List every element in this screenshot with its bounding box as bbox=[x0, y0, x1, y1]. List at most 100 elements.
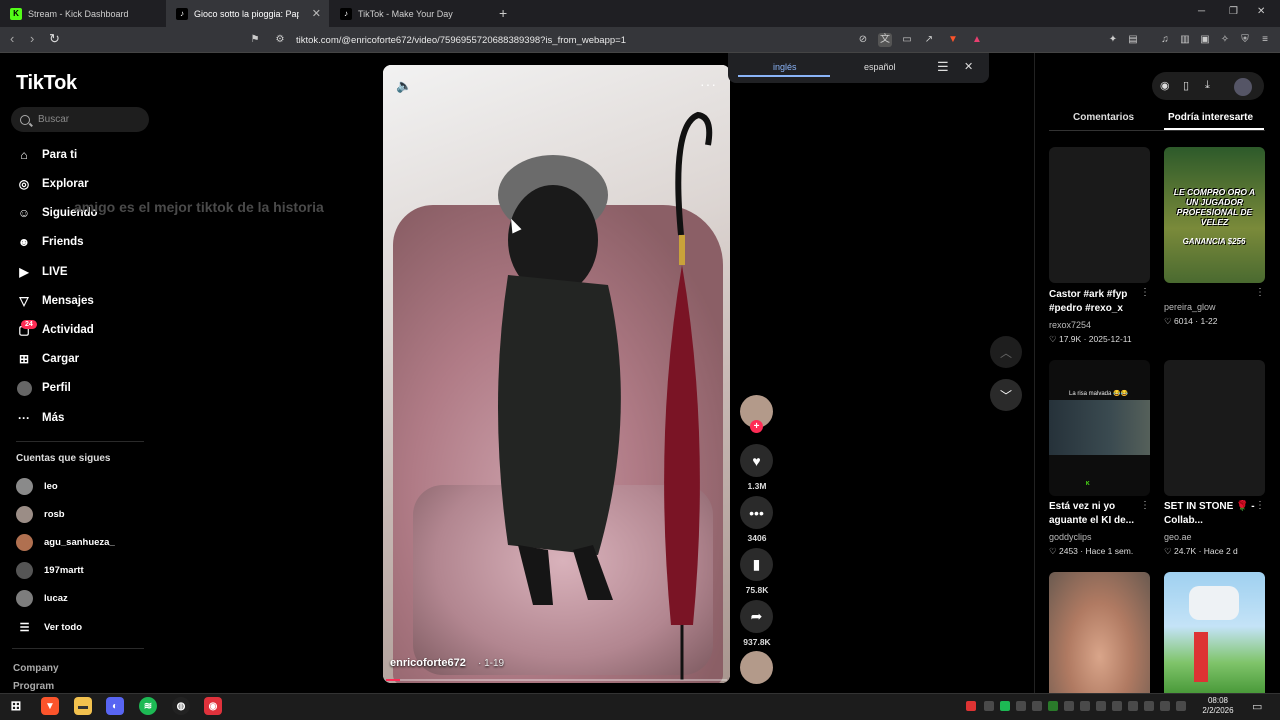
card-more-icon[interactable]: ⋮ bbox=[1255, 500, 1265, 511]
video-card[interactable]: LE COMPRO ORO A UN JUGADOR PROFESIONAL D… bbox=[1164, 147, 1265, 283]
following-account[interactable]: agu_sanhueza_ bbox=[16, 533, 115, 551]
tray-icon[interactable] bbox=[1096, 701, 1106, 711]
tab-comentarios[interactable]: Comentarios bbox=[1073, 112, 1134, 123]
wallet-icon[interactable]: ▣ bbox=[1198, 33, 1212, 47]
download-icon[interactable]: ⤓ bbox=[1205, 79, 1210, 92]
tab-kick[interactable]: K Stream - Kick Dashboard bbox=[0, 0, 164, 27]
card-more-icon[interactable]: ⋮ bbox=[1255, 287, 1265, 298]
share-icon[interactable]: ↗ bbox=[922, 33, 936, 47]
share-button[interactable]: ➦ bbox=[740, 600, 773, 633]
tray-icon[interactable] bbox=[1144, 701, 1154, 711]
tray-icon[interactable] bbox=[1128, 701, 1138, 711]
user-avatar[interactable] bbox=[1234, 78, 1252, 96]
save-button[interactable]: ▮ bbox=[740, 548, 773, 581]
following-account[interactable]: leo bbox=[16, 477, 58, 495]
translate-close-icon[interactable]: ✕ bbox=[964, 60, 973, 73]
sidebar-toggle-icon[interactable]: ▥ bbox=[1178, 33, 1192, 47]
nav-explorar[interactable]: ◎ Explorar bbox=[16, 174, 89, 194]
nav-cargar[interactable]: ⊞ Cargar bbox=[16, 349, 79, 369]
card-user[interactable]: pereira_glow bbox=[1164, 302, 1216, 312]
music-disc-avatar[interactable] bbox=[740, 651, 773, 684]
extensions-icon[interactable]: ✦ bbox=[1106, 33, 1120, 47]
nav-mas[interactable]: ··· Más bbox=[16, 408, 64, 428]
translate-source-tab[interactable]: inglés bbox=[773, 62, 797, 72]
tiktok-logo[interactable]: TikTok bbox=[16, 72, 77, 95]
site-info-icon[interactable]: ⚙ bbox=[273, 33, 287, 47]
video-card[interactable] bbox=[1049, 572, 1150, 693]
translate-menu-icon[interactable]: ☰ bbox=[937, 59, 949, 75]
back-icon[interactable]: ‹ bbox=[10, 31, 14, 46]
vpn-icon[interactable]: ⛨ bbox=[1238, 33, 1252, 47]
mute-tab-icon[interactable]: ⊘ bbox=[856, 33, 870, 47]
video-author[interactable]: enricoforte672 bbox=[390, 657, 466, 669]
app-icon[interactable]: ◉ bbox=[204, 697, 222, 715]
new-tab-button[interactable]: + bbox=[499, 5, 507, 21]
follow-plus-icon[interactable]: + bbox=[750, 420, 763, 433]
close-tab-icon[interactable]: ✕ bbox=[312, 7, 321, 20]
nav-mensajes[interactable]: ▽ Mensajes bbox=[16, 291, 93, 311]
card-more-icon[interactable]: ⋮ bbox=[1140, 500, 1150, 511]
reload-icon[interactable]: ↻ bbox=[49, 31, 60, 47]
volume-icon[interactable]: 🔈 bbox=[396, 78, 412, 94]
tray-icon[interactable] bbox=[1160, 701, 1170, 711]
tray-icon[interactable] bbox=[1000, 701, 1010, 711]
tray-icon[interactable] bbox=[1064, 701, 1074, 711]
video-card[interactable] bbox=[1049, 147, 1150, 283]
footer-link-program[interactable]: Program bbox=[13, 681, 54, 692]
next-video-button[interactable]: ﹀ bbox=[990, 379, 1022, 411]
following-account[interactable]: 197martt bbox=[16, 561, 84, 579]
window-close-button[interactable]: ✕ bbox=[1257, 6, 1265, 17]
card-user[interactable]: geo.ae bbox=[1164, 532, 1192, 542]
cast-icon[interactable]: ▭ bbox=[900, 33, 914, 47]
forward-icon[interactable]: › bbox=[30, 31, 34, 46]
card-more-icon[interactable]: ⋮ bbox=[1140, 287, 1150, 298]
more-options-icon[interactable]: ··· bbox=[700, 76, 717, 92]
tab-tiktok-video[interactable]: ♪ Gioco sotto la pioggia: Papà … ✕ bbox=[166, 0, 329, 27]
search-input[interactable]: Buscar bbox=[11, 107, 149, 132]
tray-icon[interactable] bbox=[1176, 701, 1186, 711]
coin-icon[interactable]: ◉ bbox=[1160, 79, 1170, 92]
following-account[interactable]: rosb bbox=[16, 505, 65, 523]
windows-start-icon[interactable]: ⊞ bbox=[7, 697, 25, 715]
obs-icon[interactable]: ◍ bbox=[172, 697, 190, 715]
comment-button[interactable]: ••• bbox=[740, 496, 773, 529]
tray-icon[interactable] bbox=[1112, 701, 1122, 711]
nav-perfil[interactable]: Perfil bbox=[16, 378, 71, 398]
previous-video-button[interactable]: ︿ bbox=[990, 336, 1022, 368]
device-icon[interactable]: ▯ bbox=[1183, 79, 1189, 92]
minimize-button[interactable]: ─ bbox=[1198, 6, 1205, 17]
restore-button[interactable]: ❐ bbox=[1229, 6, 1238, 17]
nav-live[interactable]: ▶ LIVE bbox=[16, 262, 67, 282]
tab-podria-interesarte[interactable]: Podría interesarte bbox=[1168, 112, 1253, 123]
video-card[interactable] bbox=[1164, 360, 1265, 496]
tray-icon[interactable] bbox=[1048, 701, 1058, 711]
tab-tiktok-home[interactable]: ♪ TikTok - Make Your Day bbox=[330, 0, 495, 27]
tray-icon[interactable] bbox=[984, 701, 994, 711]
spotify-icon[interactable]: ≋ bbox=[139, 697, 157, 715]
nav-friends[interactable]: ☻ Friends bbox=[16, 232, 84, 252]
taskbar-clock[interactable]: 08:08 2/2/2026 bbox=[1196, 696, 1240, 716]
brave-browser-icon[interactable]: ▼ bbox=[41, 697, 59, 715]
leo-ai-icon[interactable]: ✧ bbox=[1218, 33, 1232, 47]
see-all-link[interactable]: ☰ Ver todo bbox=[16, 618, 82, 636]
video-player[interactable] bbox=[383, 65, 730, 683]
file-explorer-icon[interactable]: ▬ bbox=[74, 697, 92, 715]
notifications-icon[interactable]: ▭ bbox=[1252, 700, 1262, 713]
tray-icon[interactable] bbox=[1032, 701, 1042, 711]
like-button[interactable]: ♥ bbox=[740, 444, 773, 477]
tray-icon[interactable] bbox=[1016, 701, 1026, 711]
media-icon[interactable]: ♫ bbox=[1158, 33, 1172, 47]
tray-icon[interactable] bbox=[966, 701, 976, 711]
video-card[interactable]: La risa malvada 😂😂 K bbox=[1049, 360, 1150, 496]
translate-target-tab[interactable]: español bbox=[864, 62, 896, 72]
discord-icon[interactable]: ◐ bbox=[106, 697, 124, 715]
menu-icon[interactable]: ≡ bbox=[1258, 33, 1272, 47]
bookmark-icon[interactable]: ⚑ bbox=[248, 33, 262, 47]
video-card[interactable] bbox=[1164, 572, 1265, 693]
footer-link-company[interactable]: Company bbox=[13, 663, 59, 674]
video-progress-bar[interactable] bbox=[386, 679, 727, 681]
brave-shields-icon[interactable]: ▼ bbox=[946, 33, 960, 47]
tray-icon[interactable] bbox=[1080, 701, 1090, 711]
following-account[interactable]: lucaz bbox=[16, 589, 68, 607]
url-field[interactable]: tiktok.com/@enricoforte672/video/7596955… bbox=[296, 27, 626, 53]
